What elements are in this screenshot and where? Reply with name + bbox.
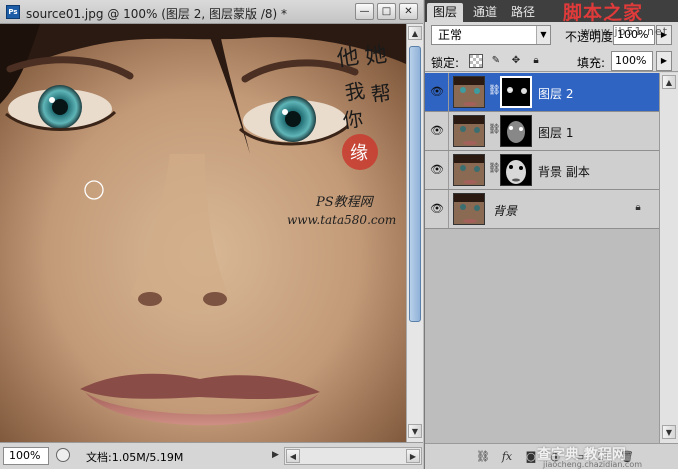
image-canvas[interactable]: 他 她 我 帮 你 缘 PS教程网 www.tata580.com — [0, 24, 406, 442]
lock-paint-icon[interactable]: ✎ — [489, 54, 503, 68]
lock-options-row: 锁定: ✎ ✥ 🔒︎ 填充: 100% ▶ — [425, 50, 678, 72]
status-info-icon[interactable] — [56, 448, 70, 462]
eye-icon: 👁︎ — [430, 124, 444, 137]
status-menu-arrow-icon[interactable]: ▶ — [272, 450, 279, 460]
tab-channels[interactable]: 通道 — [467, 3, 503, 22]
layer-thumbnail — [453, 193, 485, 225]
visibility-toggle[interactable]: 👁︎ — [425, 73, 449, 111]
layer-thumbnail — [453, 115, 485, 147]
document-title: source01.jpg @ 100% (图层 2, 图层蒙版 /8) * — [26, 7, 288, 21]
layer-name[interactable]: 图层 1 — [538, 124, 573, 141]
mask-link-icon[interactable]: ⛓ — [488, 163, 501, 177]
restore-button[interactable]: □ — [377, 3, 396, 20]
calligraphy-text-2: 她 — [363, 42, 388, 70]
fx-icon[interactable]: fx — [499, 449, 515, 465]
scroll-down-arrow-icon[interactable]: ▼ — [662, 425, 676, 439]
fill-label: 填充: — [577, 56, 606, 70]
calligraphy-text-5: 你 — [341, 106, 364, 133]
layer-mask-thumbnail[interactable] — [500, 115, 532, 147]
blend-mode-select[interactable]: 正常 ▼ — [431, 25, 551, 45]
document-titlebar[interactable]: Ps source01.jpg @ 100% (图层 2, 图层蒙版 /8) *… — [0, 0, 423, 24]
seal-text: 缘 — [350, 143, 368, 164]
mask-link-icon[interactable]: ⛓ — [488, 124, 501, 138]
fill-slider-arrow-icon[interactable]: ▶ — [656, 51, 672, 71]
jb51-watermark-url: www.jb51.net — [581, 25, 669, 38]
scroll-thumb[interactable] — [409, 46, 421, 322]
canvas-horizontal-scrollbar[interactable]: ◀ ▶ — [284, 447, 422, 465]
zoom-level-field[interactable]: 100% — [3, 447, 49, 465]
scroll-up-arrow-icon[interactable]: ▲ — [408, 26, 422, 40]
eye-icon: 👁︎ — [430, 163, 444, 176]
layers-panel: 图层 通道 路径 脚本之家 正常 ▼ 不透明度: 100% ▶ www.jb51… — [424, 0, 678, 469]
photoshop-app-icon: Ps — [6, 5, 20, 19]
tab-paths[interactable]: 路径 — [505, 3, 541, 22]
panel-tabbar: 图层 通道 路径 脚本之家 — [425, 0, 678, 24]
chevron-down-icon: ▼ — [536, 26, 550, 44]
lock-move-icon[interactable]: ✥ — [509, 54, 523, 68]
layers-list: 👁︎ ⛓ 图层 2 👁︎ ⛓ 图层 1 👁︎ ⛓ 背景 副本 👁︎ 背景 🔒︎ — [425, 73, 659, 443]
calligraphy-text-1: 他 — [335, 44, 360, 72]
lock-label: 锁定: — [431, 56, 460, 70]
canvas-vertical-scrollbar[interactable]: ▲ ▼ — [406, 24, 423, 442]
calligraphy-text-3: 我 — [343, 78, 366, 105]
scroll-up-arrow-icon[interactable]: ▲ — [662, 75, 676, 89]
chazidian-watermark-url: jiaocheng.chazidian.com — [543, 460, 643, 469]
lock-icon: 🔒︎ — [635, 202, 641, 213]
tab-layers[interactable]: 图层 — [427, 3, 464, 22]
visibility-toggle[interactable]: 👁︎ — [425, 151, 449, 189]
visibility-toggle[interactable]: 👁︎ — [425, 190, 449, 228]
layer-name[interactable]: 背景 副本 — [538, 163, 590, 180]
scroll-down-arrow-icon[interactable]: ▼ — [408, 424, 422, 438]
layer-name[interactable]: 图层 2 — [538, 85, 573, 102]
layer-row-layer2[interactable]: 👁︎ ⛓ 图层 2 — [425, 73, 659, 112]
lock-all-icon[interactable]: 🔒︎ — [529, 54, 543, 68]
eye-icon: 👁︎ — [430, 85, 444, 98]
document-window: Ps source01.jpg @ 100% (图层 2, 图层蒙版 /8) *… — [0, 0, 423, 469]
layer-row-background[interactable]: 👁︎ 背景 🔒︎ — [425, 190, 659, 229]
fill-input[interactable]: 100% — [611, 51, 653, 71]
blend-mode-value: 正常 — [438, 28, 463, 42]
close-button[interactable]: ✕ — [399, 3, 418, 20]
layers-panel-toolbar: ⛓ fx ◙ ◑ ▭ ❐ 🗑︎ 查字典 教程网 jiaocheng.chazid… — [425, 443, 678, 469]
link-layers-icon[interactable]: ⛓ — [475, 449, 491, 465]
layer-mask-thumbnail[interactable] — [500, 76, 532, 108]
scroll-right-arrow-icon[interactable]: ▶ — [406, 449, 420, 463]
tutorial-url: www.tata580.com — [287, 213, 396, 227]
layer-name[interactable]: 背景 — [493, 202, 517, 219]
layer-row-layer1[interactable]: 👁︎ ⛓ 图层 1 — [425, 112, 659, 151]
scroll-left-arrow-icon[interactable]: ◀ — [286, 449, 300, 463]
lock-transparent-icon[interactable] — [469, 54, 483, 68]
photoshop-window: Ps source01.jpg @ 100% (图层 2, 图层蒙版 /8) *… — [0, 0, 678, 469]
eye-icon: 👁︎ — [430, 202, 444, 215]
layer-row-background-copy[interactable]: 👁︎ ⛓ 背景 副本 — [425, 151, 659, 190]
visibility-toggle[interactable]: 👁︎ — [425, 112, 449, 150]
layers-vertical-scrollbar[interactable]: ▲ ▼ — [659, 73, 678, 443]
layer-thumbnail — [453, 76, 485, 108]
layer-thumbnail — [453, 154, 485, 186]
layer-mask-thumbnail[interactable] — [500, 154, 532, 186]
document-statusbar: 100% 文档:1.05M/5.19M ▶ ◀ ▶ — [0, 442, 423, 469]
tutorial-name: PS教程网 — [315, 195, 375, 210]
mask-link-icon[interactable]: ⛓ — [488, 85, 501, 99]
minimize-button[interactable]: — — [355, 3, 374, 20]
face-photo: 他 她 我 帮 你 缘 PS教程网 www.tata580.com — [0, 24, 406, 442]
document-size-info: 文档:1.05M/5.19M — [86, 451, 184, 464]
calligraphy-text-4: 帮 — [369, 80, 392, 107]
